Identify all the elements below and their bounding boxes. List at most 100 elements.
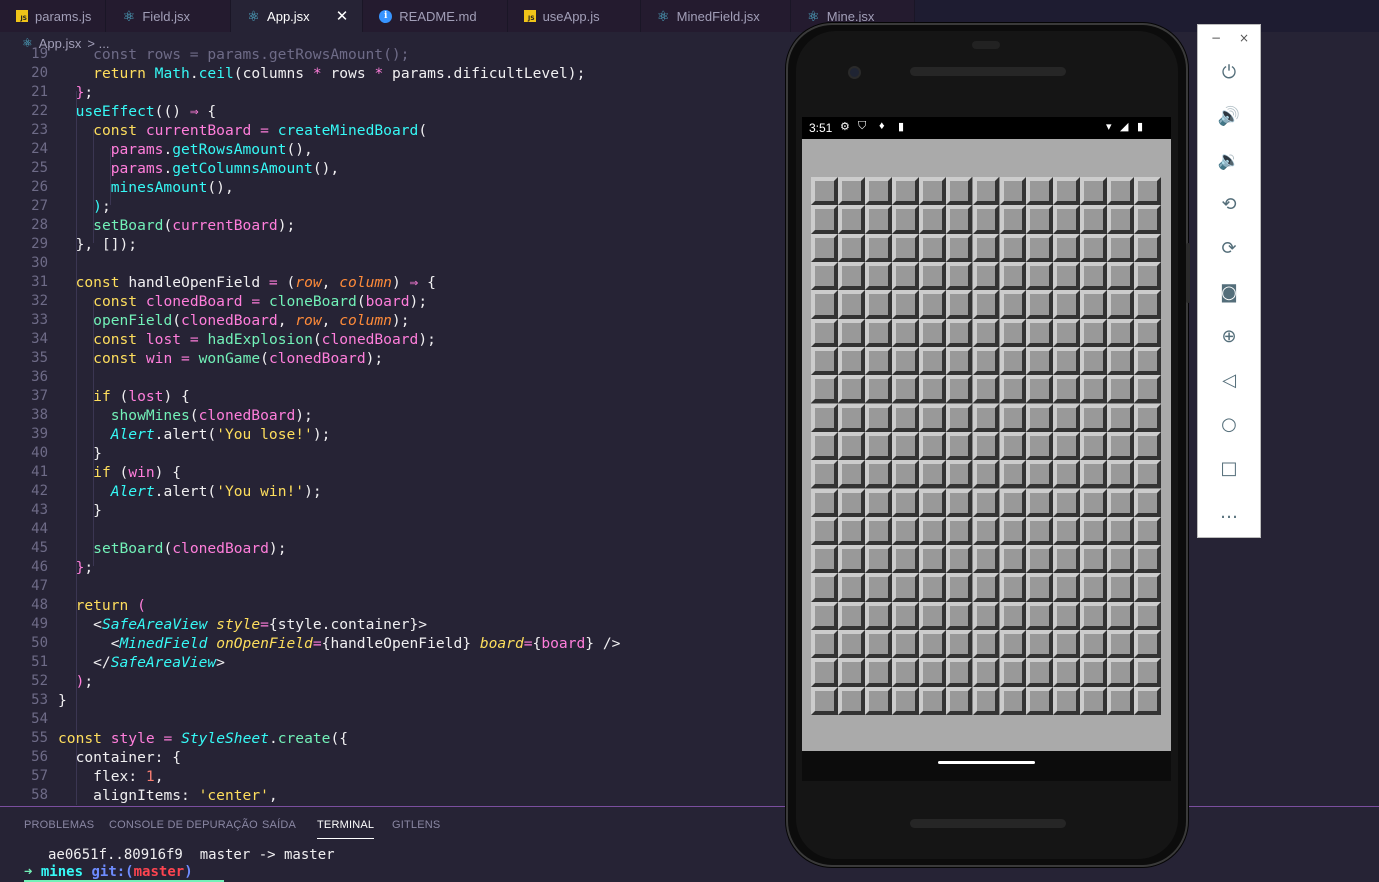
rotate-left-icon[interactable]: ⟲ [1214,189,1244,219]
mine-field-cell[interactable] [1134,375,1161,404]
mine-field-cell[interactable] [945,177,973,206]
power-icon[interactable]: ⏻ [1214,57,1244,87]
mine-field-cell[interactable] [1080,545,1108,574]
mine-field-cell[interactable] [918,545,946,574]
mine-field-cell[interactable] [1026,318,1054,347]
mine-field-cell[interactable] [918,516,946,546]
mine-field-cell[interactable] [945,516,973,546]
phone-screen[interactable]: 3:51 ⚙ ⛉ ♦ ▮ ▾ ◢ ▮ [802,117,1171,751]
mine-field-cell[interactable] [891,516,919,546]
mine-field-cell[interactable] [891,346,919,376]
mine-field-cell[interactable] [864,261,892,291]
tab-readme-md[interactable]: i README.md [363,0,508,32]
mine-field-cell[interactable] [999,233,1027,262]
mine-field-cell[interactable] [1080,516,1108,546]
mine-field-cell[interactable] [811,686,838,715]
mine-field-cell[interactable] [811,403,838,432]
mine-field-cell[interactable] [972,233,1000,262]
mine-field-cell[interactable] [999,403,1027,432]
tab-output[interactable]: SAÍDA [262,819,296,831]
tab-gitlens[interactable]: GITLENS [392,819,440,831]
mine-field-cell[interactable] [1026,488,1054,517]
tab-problems[interactable]: PROBLEMAS [24,819,94,831]
mine-field-cell[interactable] [1134,488,1161,517]
mine-field-cell[interactable] [891,630,919,659]
tab-field-jsx[interactable]: ⚛ Field.jsx [106,0,232,32]
mine-field-cell[interactable] [1080,318,1108,347]
mine-field-cell[interactable] [891,686,919,715]
mine-field-cell[interactable] [1053,375,1081,404]
mine-field-cell[interactable] [1053,261,1081,291]
mine-field-cell[interactable] [918,375,946,404]
mine-field-cell[interactable] [999,375,1027,404]
mine-field-cell[interactable] [864,346,892,376]
mine-field-cell[interactable] [1080,601,1108,630]
volume-down-icon[interactable]: 🔉 [1214,145,1244,175]
mine-field-cell[interactable] [1026,601,1054,630]
tab-useapp-js[interactable]: JS useApp.js [507,0,641,32]
mine-field-cell[interactable] [999,431,1027,461]
mine-field-cell[interactable] [891,318,919,347]
mine-field-cell[interactable] [945,318,973,347]
mine-field-cell[interactable] [1053,573,1081,602]
mine-field-cell[interactable] [999,205,1027,234]
home-gesture-bar[interactable] [938,761,1035,764]
mined-field-grid[interactable] [811,177,1161,715]
minimize-icon[interactable]: − [1211,31,1221,45]
mine-field-cell[interactable] [1026,460,1054,489]
mine-field-cell[interactable] [1107,375,1135,404]
mine-field-cell[interactable] [864,658,892,687]
mine-field-cell[interactable] [891,431,919,461]
mine-field-cell[interactable] [918,177,946,206]
mine-field-cell[interactable] [1134,318,1161,347]
mine-field-cell[interactable] [811,318,838,347]
mine-field-cell[interactable] [918,233,946,262]
mine-field-cell[interactable] [864,177,892,206]
mine-field-cell[interactable] [945,261,973,291]
rotate-right-icon[interactable]: ⟳ [1214,233,1244,263]
mine-field-cell[interactable] [1134,573,1161,602]
mine-field-cell[interactable] [918,686,946,715]
mine-field-cell[interactable] [837,573,865,602]
tab-params-js[interactable]: JS params.js [0,0,107,32]
mine-field-cell[interactable] [1134,658,1161,687]
mine-field-cell[interactable] [811,601,838,630]
mine-field-cell[interactable] [999,290,1027,319]
mine-field-cell[interactable] [945,545,973,574]
volume-up-icon[interactable]: 🔊 [1214,101,1244,131]
mine-field-cell[interactable] [1134,630,1161,659]
mine-field-cell[interactable] [864,488,892,517]
mine-field-cell[interactable] [1053,601,1081,630]
mine-field-cell[interactable] [1080,233,1108,262]
mine-field-cell[interactable] [1107,177,1135,206]
mine-field-cell[interactable] [1080,630,1108,659]
mine-field-cell[interactable] [811,431,838,461]
tab-terminal[interactable]: TERMINAL [317,819,375,839]
mine-field-cell[interactable] [1107,403,1135,432]
mine-field-cell[interactable] [972,431,1000,461]
mine-field-cell[interactable] [999,460,1027,489]
mine-field-cell[interactable] [972,346,1000,376]
mine-field-cell[interactable] [1134,545,1161,574]
mine-field-cell[interactable] [1080,375,1108,404]
mine-field-cell[interactable] [811,375,838,404]
mine-field-cell[interactable] [811,346,838,376]
mine-field-cell[interactable] [972,686,1000,715]
mine-field-cell[interactable] [811,233,838,262]
mine-field-cell[interactable] [864,686,892,715]
mine-field-cell[interactable] [1026,686,1054,715]
mine-field-cell[interactable] [891,290,919,319]
mine-field-cell[interactable] [1107,460,1135,489]
mine-field-cell[interactable] [972,261,1000,291]
mine-field-cell[interactable] [1026,177,1054,206]
mine-field-cell[interactable] [1080,290,1108,319]
mine-field-cell[interactable] [1134,403,1161,432]
mine-field-cell[interactable] [999,573,1027,602]
close-icon[interactable]: × [1239,31,1249,45]
mine-field-cell[interactable] [918,460,946,489]
mine-field-cell[interactable] [1053,177,1081,206]
mine-field-cell[interactable] [891,545,919,574]
mine-field-cell[interactable] [811,573,838,602]
mine-field-cell[interactable] [1053,290,1081,319]
mine-field-cell[interactable] [891,375,919,404]
